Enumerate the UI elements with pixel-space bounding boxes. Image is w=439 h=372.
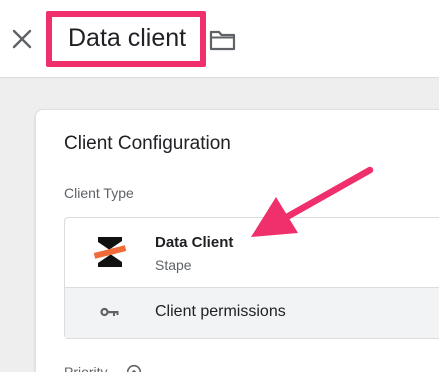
card-title: Client Configuration <box>64 133 231 154</box>
stape-logo-icon <box>93 237 127 267</box>
divider <box>65 287 439 288</box>
help-icon[interactable] <box>126 364 142 372</box>
client-permissions-label: Client permissions <box>155 303 286 320</box>
priority-label: Priority <box>64 364 108 372</box>
page-title[interactable]: Data client <box>68 24 186 53</box>
key-icon <box>100 307 119 317</box>
close-icon[interactable] <box>11 28 33 50</box>
client-name: Data Client <box>155 234 234 251</box>
client-type-label: Client Type <box>64 185 134 201</box>
client-vendor: Stape <box>155 257 192 273</box>
folder-icon[interactable] <box>209 29 236 51</box>
